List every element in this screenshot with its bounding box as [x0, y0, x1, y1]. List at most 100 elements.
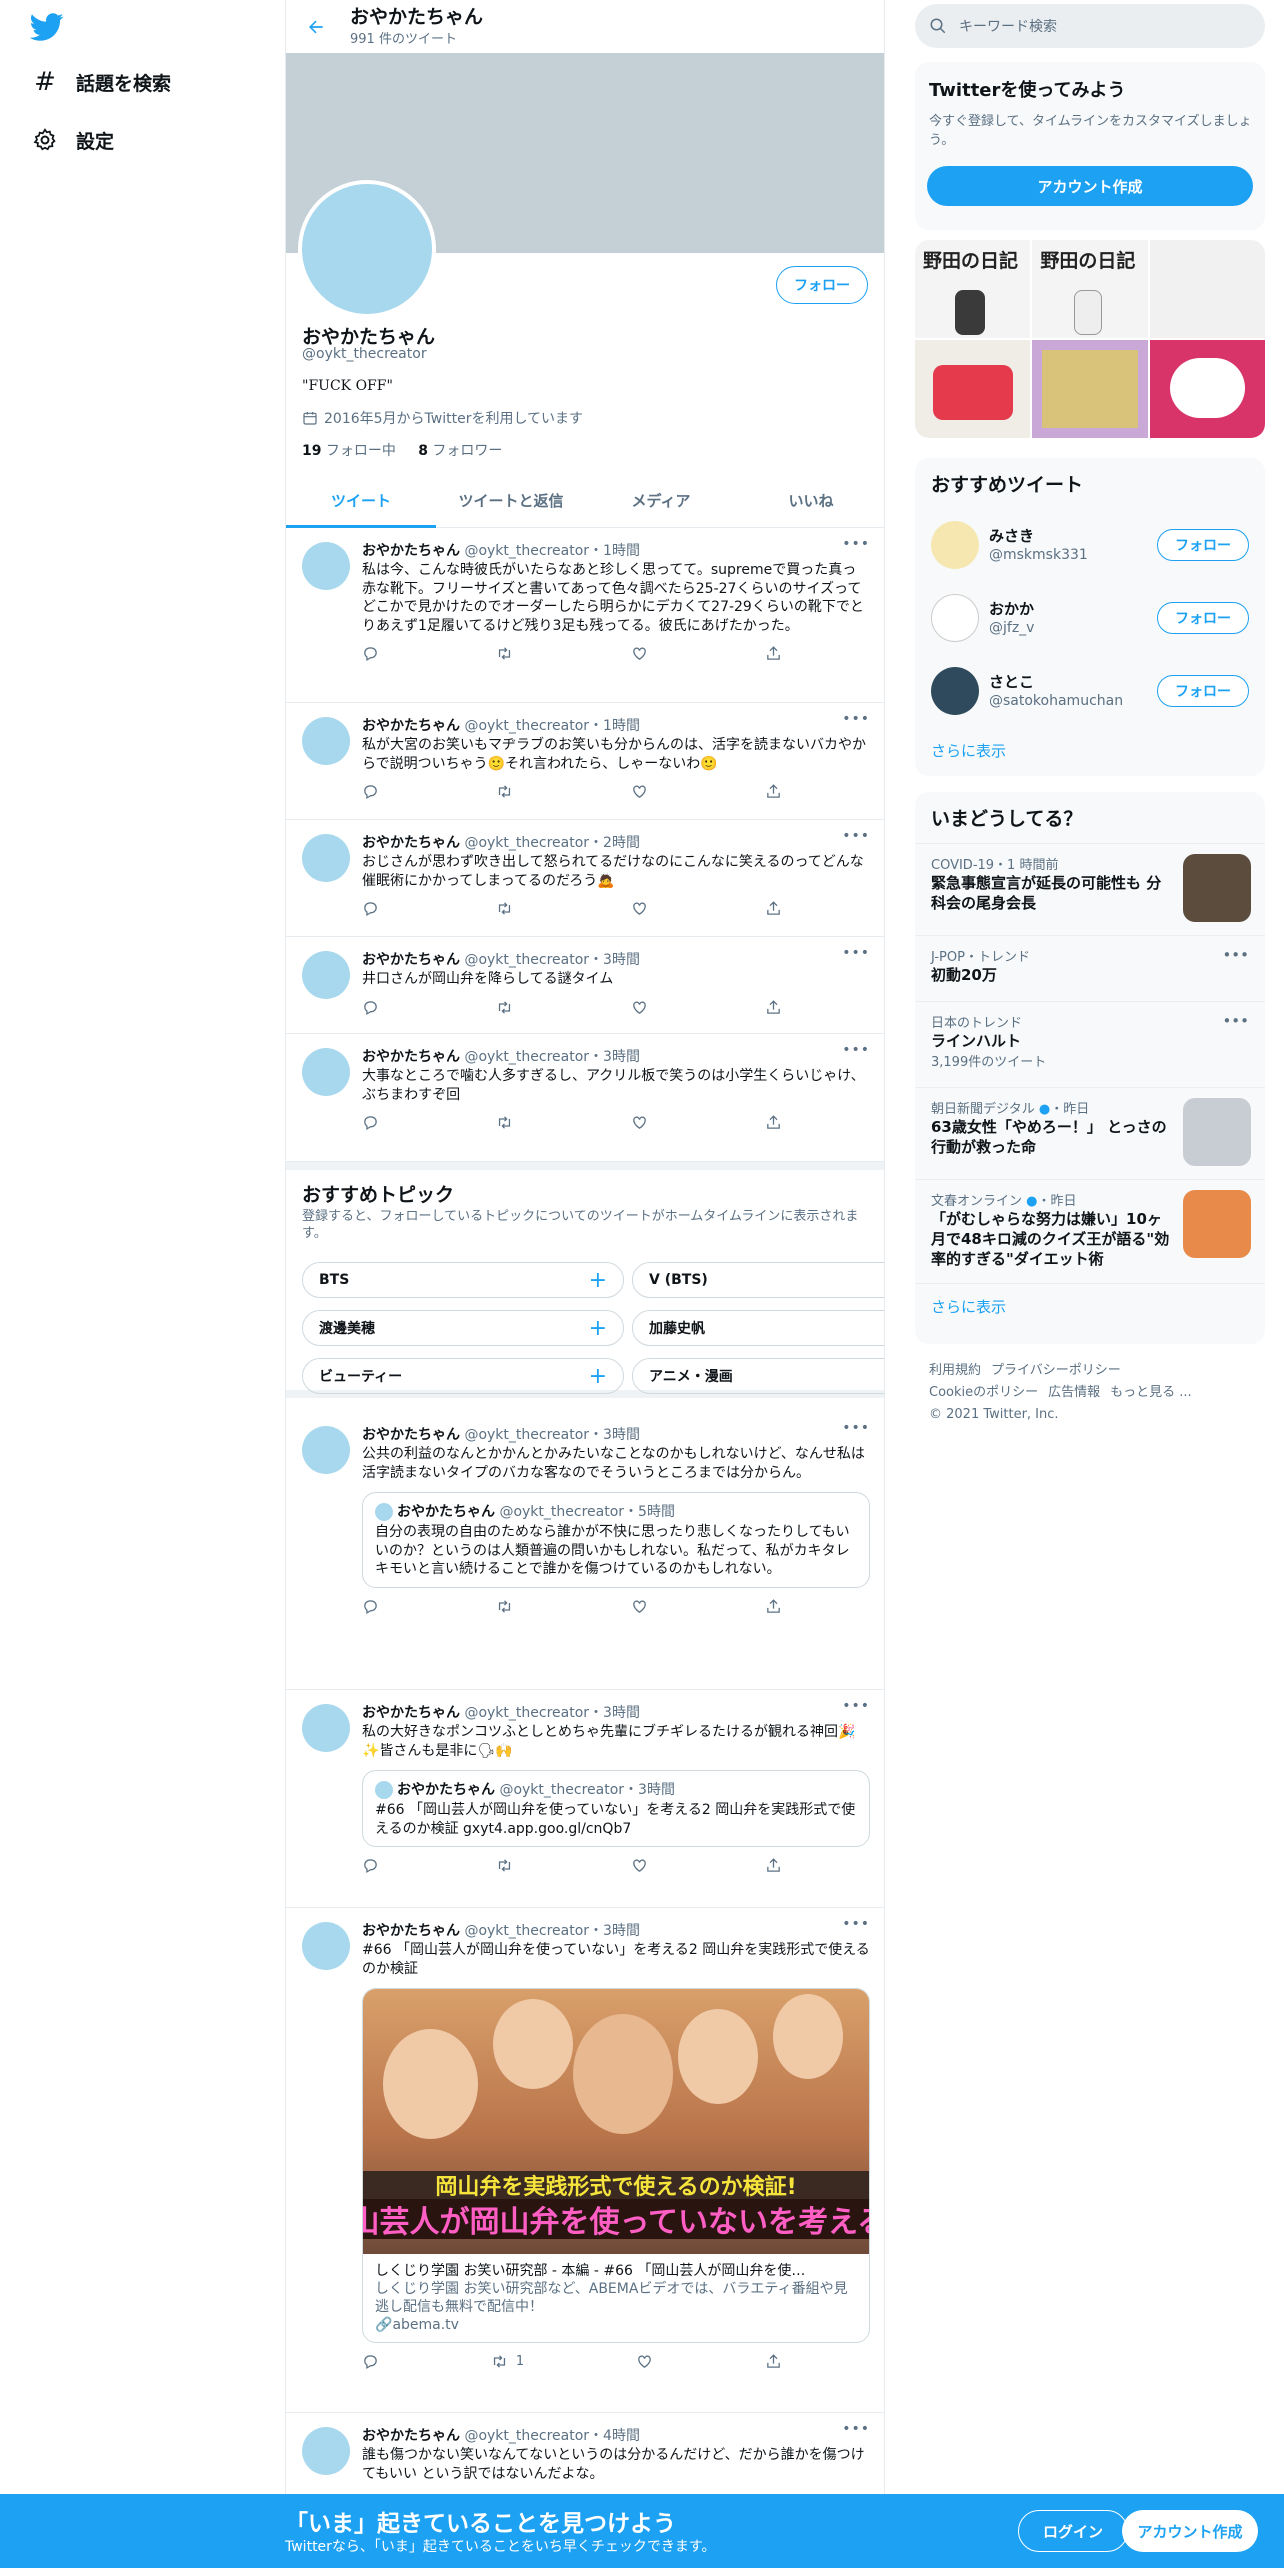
nav-explore[interactable]: # 話題を検索 [32, 62, 171, 102]
more-icon[interactable]: ••• [1222, 1012, 1249, 1030]
tweet[interactable]: おやかたちゃん @oykt_thecreator・3時間 ••• 私の大好きなポ… [286, 1690, 884, 1908]
tweet-author-name[interactable]: おやかたちゃん [362, 1049, 460, 1065]
tweet-author-name[interactable]: おやかたちゃん [362, 543, 460, 559]
reply-button[interactable] [362, 2353, 379, 2370]
plus-icon[interactable]: + [589, 1268, 607, 1293]
media-thumb[interactable]: 野田の日記 [1032, 240, 1148, 338]
search-box[interactable]: キーワード検索 [915, 4, 1265, 48]
topic-chip[interactable]: 加藤史帆 [632, 1310, 884, 1346]
tweet[interactable]: おやかたちゃん @oykt_thecreator・3時間 ••• #66 「岡山… [286, 1908, 884, 2413]
tweet-time[interactable]: ・3時間 [589, 1049, 640, 1065]
like-button[interactable] [636, 2353, 653, 2370]
trend-item[interactable]: J-POP・トレンド 初動20万 ••• [915, 935, 1265, 1001]
share-button[interactable] [765, 783, 782, 800]
media-thumb[interactable] [1149, 340, 1265, 438]
tweet[interactable]: おやかたちゃん @oykt_thecreator・3時間 ••• 井口さんが岡山… [286, 937, 884, 1034]
tweet[interactable]: おやかたちゃん @oykt_thecreator・3時間 ••• 大事なところで… [286, 1034, 884, 1162]
twitter-logo-icon[interactable] [30, 10, 64, 44]
retweet-button[interactable]: 1 [491, 2353, 524, 2370]
follow-button[interactable]: フォロー [1157, 529, 1249, 561]
retweet-button[interactable] [496, 999, 513, 1016]
login-button[interactable]: ログイン [1018, 2510, 1128, 2552]
more-icon[interactable]: ••• [842, 1698, 870, 1714]
trend-thumbnail[interactable] [1183, 1190, 1251, 1258]
tweet-time[interactable]: ・4時間 [589, 2428, 640, 2444]
tweet-author-handle[interactable]: @oykt_thecreator [464, 2428, 589, 2444]
user-avatar[interactable] [931, 594, 979, 642]
footer-cookies[interactable]: Cookieのポリシー [929, 1385, 1038, 1400]
follow-button[interactable]: フォロー [1157, 602, 1249, 634]
share-button[interactable] [765, 1598, 782, 1615]
user-name[interactable]: おかか [989, 598, 1034, 619]
tweet-time[interactable]: ・3時間 [589, 952, 640, 968]
tweet-time[interactable]: ・3時間 [589, 1427, 640, 1443]
signup-button[interactable]: アカウント作成 [927, 166, 1253, 206]
tweet-avatar[interactable] [302, 951, 350, 999]
tweet-author-handle[interactable]: @oykt_thecreator [464, 952, 589, 968]
trend-thumbnail[interactable] [1183, 854, 1251, 922]
more-icon[interactable]: ••• [842, 536, 870, 552]
tweet-author-name[interactable]: おやかたちゃん [362, 835, 460, 851]
tab-media[interactable]: メディア [586, 474, 736, 527]
tweet-author-name[interactable]: おやかたちゃん [362, 1923, 460, 1939]
footer-ads[interactable]: 広告情報 [1048, 1385, 1100, 1400]
recommend-user[interactable]: みさき @mskmsk331 フォロー [915, 509, 1265, 582]
topic-chip[interactable]: BTS + [302, 1262, 624, 1298]
tweet-author-name[interactable]: おやかたちゃん [362, 2428, 460, 2444]
followers-link[interactable]: 8 フォロワー [418, 443, 502, 459]
more-icon[interactable]: ••• [842, 2421, 870, 2437]
follow-button[interactable]: フォロー [776, 266, 868, 304]
more-icon[interactable]: ••• [842, 711, 870, 727]
tweet-avatar[interactable] [302, 2427, 350, 2475]
retweet-button[interactable] [496, 783, 513, 800]
tweet-time[interactable]: ・1時間 [589, 718, 640, 734]
media-thumb[interactable] [915, 340, 1031, 438]
tweet-author-name[interactable]: おやかたちゃん [362, 952, 460, 968]
back-button[interactable] [298, 9, 334, 45]
retweet-button[interactable] [496, 645, 513, 662]
retweet-button[interactable] [496, 1598, 513, 1615]
tweet[interactable]: おやかたちゃん @oykt_thecreator・2時間 ••• おじさんが思わ… [286, 820, 884, 937]
tweet-author-handle[interactable]: @oykt_thecreator [464, 1049, 589, 1065]
trend-item[interactable]: 朝日新聞デジタル ●・昨日 63歳女性「やめろー！」 とっさの行動が救った命 [915, 1087, 1265, 1179]
nav-settings[interactable]: 設定 [32, 120, 114, 160]
share-button[interactable] [765, 645, 782, 662]
media-thumb[interactable]: 野田の日記 [915, 240, 1031, 338]
trend-item[interactable]: COVID-19・1 時間前 緊急事態宣言が延長の可能性も 分科会の尾身会長 [915, 843, 1265, 935]
following-link[interactable]: 19 フォロー中 [302, 443, 396, 459]
tweet[interactable]: おやかたちゃん @oykt_thecreator・1時間 ••• 私は今、こんな… [286, 528, 884, 703]
tweet-avatar[interactable] [302, 1426, 350, 1474]
retweet-button[interactable] [496, 1114, 513, 1131]
retweet-button[interactable] [496, 1857, 513, 1874]
tweet-time[interactable]: ・3時間 [589, 1705, 640, 1721]
reply-button[interactable] [362, 645, 379, 662]
like-button[interactable] [631, 1857, 648, 1874]
quote-tweet[interactable]: おやかたちゃん @oykt_thecreator・5時間 自分の表現の自由のため… [362, 1492, 870, 1588]
topic-chip[interactable]: 渡邊美穂 + [302, 1310, 624, 1346]
more-icon[interactable]: ••• [842, 1042, 870, 1058]
tweet-author-name[interactable]: おやかたちゃん [362, 718, 460, 734]
tab-likes[interactable]: いいね [736, 474, 884, 527]
trend-thumbnail[interactable] [1183, 1098, 1251, 1166]
trend-item[interactable]: 文春オンライン ●・昨日 「がむしゃらな努力は嫌い」10ヶ月で48キロ減のクイズ… [915, 1179, 1265, 1283]
share-button[interactable] [765, 1857, 782, 1874]
tweet-time[interactable]: ・3時間 [589, 1923, 640, 1939]
tab-tweets-replies[interactable]: ツイートと返信 [436, 474, 586, 527]
tweet-author-handle[interactable]: @oykt_thecreator [464, 1427, 589, 1443]
tweet-author-handle[interactable]: @oykt_thecreator [464, 1923, 589, 1939]
topic-chip[interactable]: アニメ・漫画 [632, 1358, 884, 1394]
media-thumb[interactable] [1149, 240, 1265, 338]
like-button[interactable] [631, 900, 648, 917]
share-button[interactable] [765, 2353, 782, 2370]
reply-button[interactable] [362, 783, 379, 800]
topic-chip[interactable]: ビューティー + [302, 1358, 624, 1394]
tweet-avatar[interactable] [302, 1048, 350, 1096]
plus-icon[interactable]: + [589, 1316, 607, 1341]
tweet-time[interactable]: ・1時間 [589, 543, 640, 559]
footer-privacy[interactable]: プライバシーポリシー [991, 1363, 1121, 1378]
share-button[interactable] [765, 900, 782, 917]
create-account-button[interactable]: アカウント作成 [1122, 2510, 1258, 2552]
show-more-link[interactable]: さらに表示 [915, 728, 1265, 773]
like-button[interactable] [631, 1114, 648, 1131]
more-icon[interactable]: ••• [842, 1916, 870, 1932]
